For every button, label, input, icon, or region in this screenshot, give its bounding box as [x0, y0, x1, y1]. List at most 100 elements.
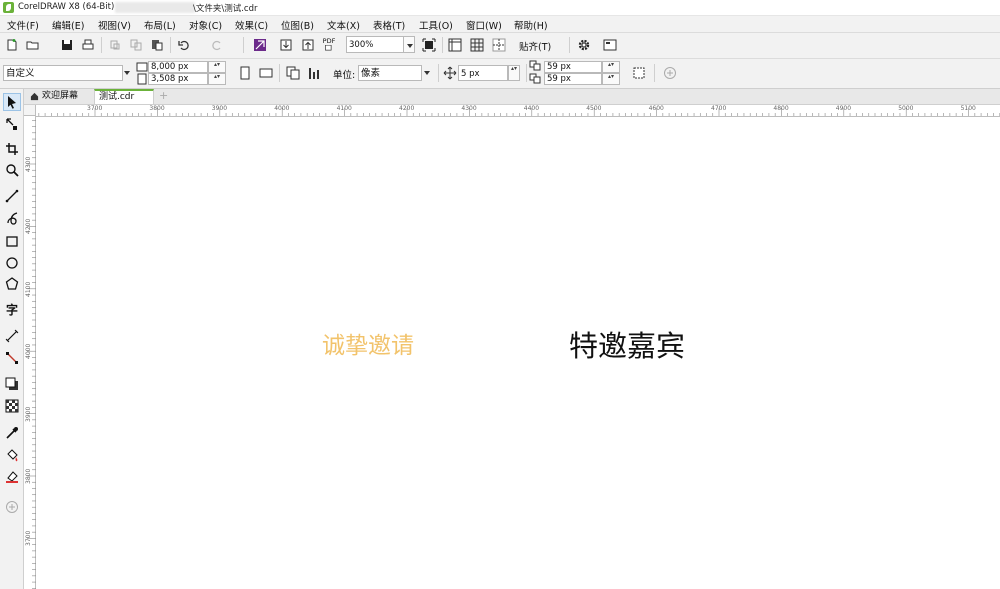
ellipse-tool-icon[interactable]	[3, 254, 21, 272]
print-icon[interactable]	[79, 36, 97, 54]
full-screen-icon[interactable]	[420, 36, 438, 54]
menu-bitmap[interactable]: 位图(B)	[281, 18, 314, 32]
ruler-h-label: 4300	[461, 105, 477, 112]
menu-file[interactable]: 文件(F)	[7, 18, 39, 32]
ruler-origin[interactable]	[24, 105, 36, 116]
ruler-v-label: 4200	[25, 219, 32, 235]
ruler-h-label: 5100	[960, 105, 976, 112]
tab-welcome-label: 欢迎屏幕	[42, 91, 79, 101]
page-size-dropdown[interactable]	[122, 65, 132, 81]
add-customize-icon[interactable]	[661, 64, 679, 82]
nudge-distance-field[interactable]: 5 px	[458, 65, 508, 81]
cut-icon[interactable]	[106, 36, 124, 54]
page-width-spinner[interactable]: ▴▾	[208, 61, 226, 73]
duplicate-y-spinner[interactable]: ▴▾	[602, 73, 620, 85]
import-icon[interactable]	[277, 36, 295, 54]
duplicate-y-field[interactable]: 59 px	[544, 73, 602, 85]
show-rulers-icon[interactable]	[446, 36, 464, 54]
units-dropdown[interactable]	[421, 65, 433, 81]
current-page-icon[interactable]	[306, 64, 324, 82]
open-folder-icon[interactable]	[24, 36, 42, 54]
standard-toolbar: PDF 300% 贴齐(T)	[0, 33, 1000, 80]
corel-connect-icon[interactable]	[251, 36, 269, 54]
new-document-icon[interactable]	[3, 36, 21, 54]
shape-tool-icon[interactable]	[3, 115, 21, 133]
tab-document-label: 测试.cdr	[99, 92, 135, 102]
new-tab-plus-icon[interactable]: +	[155, 89, 169, 104]
show-grid-icon[interactable]	[468, 36, 486, 54]
landscape-icon[interactable]	[257, 64, 275, 82]
parallel-dimension-icon[interactable]	[3, 327, 21, 345]
nudge-spinner[interactable]: ▴▾	[508, 65, 520, 81]
application-launcher-icon[interactable]	[601, 36, 619, 54]
tab-document[interactable]: 测试.cdr	[94, 89, 154, 104]
ruler-h-label: 4800	[773, 105, 789, 112]
artistic-media-icon[interactable]	[3, 209, 21, 227]
menu-view[interactable]: 视图(V)	[98, 18, 131, 32]
connector-tool-icon[interactable]	[3, 349, 21, 367]
transparency-tool-icon[interactable]	[3, 397, 21, 415]
treat-as-filled-icon[interactable]	[630, 64, 648, 82]
vertical-ruler[interactable]: 4300 4200 4100 4000 3900 3800 3700	[24, 116, 36, 589]
zoom-dropdown[interactable]	[403, 36, 415, 53]
page-width-field[interactable]: 8,000 px	[148, 61, 208, 73]
redo-icon[interactable]	[208, 36, 226, 54]
duplicate-x-icon	[529, 60, 543, 72]
show-guidelines-icon[interactable]	[490, 36, 508, 54]
menu-effects[interactable]: 效果(C)	[235, 18, 268, 32]
menu-text[interactable]: 文本(X)	[327, 18, 360, 32]
ruler-h-label: 4600	[648, 105, 664, 112]
options-gear-icon[interactable]	[575, 36, 593, 54]
ruler-h-label: 4100	[336, 105, 352, 112]
freehand-tool-icon[interactable]	[3, 187, 21, 205]
drawing-canvas[interactable]: 诚挚邀请 特邀嘉宾	[37, 117, 1000, 589]
menu-table[interactable]: 表格(T)	[373, 18, 405, 32]
page-size-preset[interactable]: 自定义	[3, 65, 123, 81]
save-icon[interactable]	[58, 36, 76, 54]
canvas-text-invitation[interactable]: 诚挚邀请	[322, 326, 414, 360]
menu-layout[interactable]: 布局(L)	[144, 18, 176, 32]
redacted-path	[115, 2, 195, 13]
text-tool-icon[interactable]: 字	[3, 300, 21, 318]
polygon-tool-icon[interactable]	[3, 275, 21, 293]
canvas-text-special-guest[interactable]: 特邀嘉宾	[569, 323, 685, 365]
zoom-tool-icon[interactable]	[3, 161, 21, 179]
add-tool-icon[interactable]	[3, 498, 21, 516]
ruler-h-label: 4200	[399, 105, 415, 112]
menu-edit[interactable]: 编辑(E)	[52, 18, 84, 32]
page-height-spinner[interactable]: ▴▾	[208, 73, 226, 85]
window-title: CorelDRAW X8 (64-Bit) -	[18, 2, 121, 12]
pick-tool-icon[interactable]	[3, 93, 21, 111]
zoom-level-field[interactable]: 300%	[346, 36, 404, 53]
undo-icon[interactable]	[175, 36, 193, 54]
pdf-label: PDF	[322, 36, 336, 45]
horizontal-ruler[interactable]: 3700 3800 3900 4000 4100 4200 4300 4400 4500 4600…	[36, 105, 1000, 117]
crop-tool-icon[interactable]	[3, 140, 21, 158]
duplicate-x-spinner[interactable]: ▴▾	[602, 61, 620, 73]
ruler-h-label: 5000	[898, 105, 914, 112]
duplicate-x-field[interactable]: 59 px	[544, 61, 602, 73]
menu-tools[interactable]: 工具(O)	[419, 18, 453, 32]
export-icon[interactable]	[299, 36, 317, 54]
drop-shadow-icon[interactable]	[3, 375, 21, 393]
rectangle-tool-icon[interactable]	[3, 232, 21, 250]
eyedropper-tool-icon[interactable]	[3, 424, 21, 442]
ruler-v-label: 4300	[25, 156, 32, 172]
ruler-v-label: 4100	[25, 281, 32, 297]
snap-to-menu[interactable]: 贴齐(T)	[519, 39, 551, 53]
paste-icon[interactable]	[148, 36, 166, 54]
duplicate-y-icon	[529, 73, 543, 85]
menu-object[interactable]: 对象(C)	[189, 18, 222, 32]
all-pages-icon[interactable]	[284, 64, 302, 82]
menu-window[interactable]: 窗口(W)	[466, 18, 502, 32]
portrait-icon[interactable]	[236, 64, 254, 82]
menu-help[interactable]: 帮助(H)	[514, 18, 548, 32]
page-height-field[interactable]: 3,508 px	[148, 73, 208, 85]
page-height-icon	[135, 73, 149, 85]
publish-pdf-icon[interactable]: PDF	[320, 35, 338, 53]
interactive-fill-icon[interactable]	[3, 446, 21, 464]
units-select[interactable]: 像素	[358, 65, 422, 81]
smart-fill-icon[interactable]	[3, 467, 21, 485]
tab-welcome-screen[interactable]: 欢迎屏幕	[26, 89, 92, 104]
copy-icon[interactable]	[127, 36, 145, 54]
